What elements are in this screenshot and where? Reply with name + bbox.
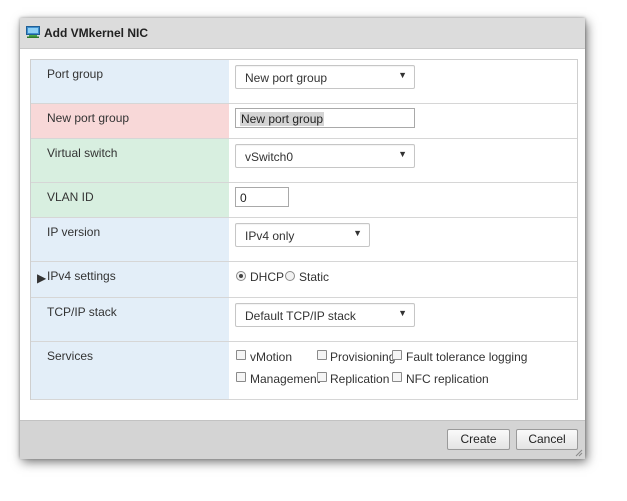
row-ipv4-settings: ▶ IPv4 settings DHCP Static [31,262,577,298]
fault-tolerance-logging-checkbox[interactable] [392,350,402,360]
row-ip-version: IP version IPv4 only ▼ [31,218,577,262]
management-label[interactable]: Management [250,372,320,386]
row-port-group: Port group New port group ▼ [31,60,577,104]
new-port-group-label: New port group [47,111,130,125]
vlan-id-input[interactable]: 0 [235,187,289,207]
row-services: Services vMotion Provisioning Fault tole… [31,342,577,400]
management-checkbox[interactable] [236,372,246,382]
virtual-switch-select[interactable]: vSwitch0 ▼ [235,144,415,168]
vmotion-label[interactable]: vMotion [250,350,292,364]
port-group-value: New port group [245,71,328,85]
new-port-group-input[interactable]: New port group [235,108,415,128]
virtual-switch-label: Virtual switch [47,146,118,160]
ip-version-select[interactable]: IPv4 only ▼ [235,223,370,247]
port-group-label: Port group [47,67,104,81]
ipv4-settings-label[interactable]: IPv4 settings [47,269,116,283]
dialog-title: Add VMkernel NIC [44,26,149,40]
tcpip-stack-value: Default TCP/IP stack [245,309,356,323]
row-virtual-switch: Virtual switch vSwitch0 ▼ [31,139,577,183]
vlan-id-value: 0 [240,191,247,205]
vmotion-checkbox[interactable] [236,350,246,360]
new-port-group-value: New port group [240,112,325,126]
replication-checkbox[interactable] [317,372,327,382]
add-vmkernel-nic-dialog: Add VMkernel NIC Port group New port gro… [20,18,585,459]
static-label[interactable]: Static [299,270,329,284]
expand-triangle-icon[interactable]: ▶ [37,271,46,285]
create-button[interactable]: Create [447,429,510,450]
cancel-button[interactable]: Cancel [516,429,578,450]
row-vlan-id: VLAN ID 0 [31,183,577,218]
resize-grip-icon[interactable] [575,449,583,457]
tcpip-stack-select[interactable]: Default TCP/IP stack ▼ [235,303,415,327]
chevron-down-icon: ▼ [398,308,407,318]
services-label: Services [47,349,94,363]
row-new-port-group: New port group New port group [31,104,577,139]
nfc-replication-checkbox[interactable] [392,372,402,382]
tcpip-stack-label: TCP/IP stack [47,305,117,319]
chevron-down-icon: ▼ [353,228,362,238]
dialog-footer: Create Cancel [20,420,585,459]
provisioning-label[interactable]: Provisioning [330,350,395,364]
vlan-id-label: VLAN ID [47,190,94,204]
fault-tolerance-logging-label[interactable]: Fault tolerance logging [406,350,527,364]
dialog-titlebar[interactable]: Add VMkernel NIC [20,18,585,49]
virtual-switch-value: vSwitch0 [245,150,294,164]
chevron-down-icon: ▼ [398,149,407,159]
ip-version-label: IP version [47,225,101,239]
port-group-select[interactable]: New port group ▼ [235,65,415,89]
chevron-down-icon: ▼ [398,70,407,80]
provisioning-checkbox[interactable] [317,350,327,360]
row-tcpip-stack: TCP/IP stack Default TCP/IP stack ▼ [31,298,577,342]
dhcp-label[interactable]: DHCP [250,270,284,284]
vmkernel-form: Port group New port group ▼ New port gro… [30,59,578,400]
replication-label[interactable]: Replication [330,372,389,386]
dhcp-radio[interactable] [236,271,246,281]
vmkernel-nic-icon [26,26,40,38]
ip-version-value: IPv4 only [245,229,295,243]
static-radio[interactable] [285,271,295,281]
nfc-replication-label[interactable]: NFC replication [406,372,489,386]
